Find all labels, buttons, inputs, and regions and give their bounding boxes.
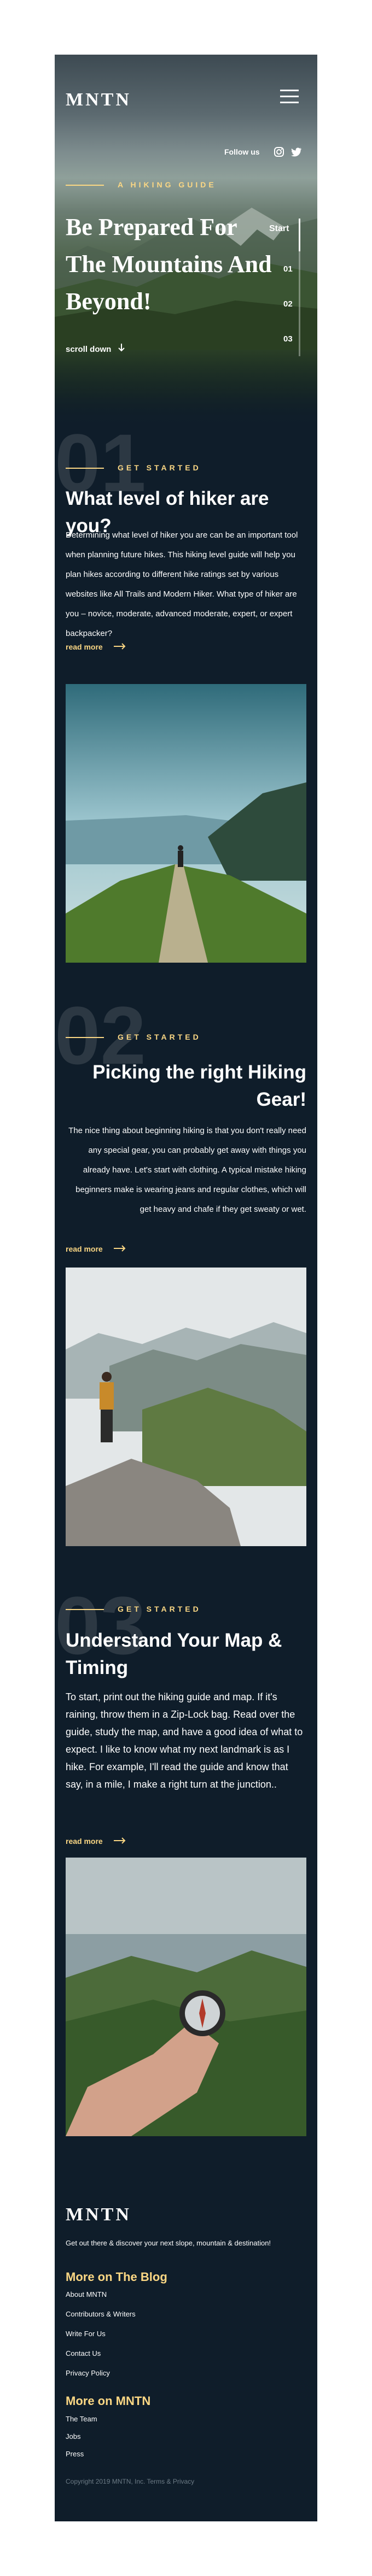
hiker-trail-photo (66, 684, 306, 963)
arrow-right-icon (113, 1245, 126, 1253)
logo[interactable]: MNTN (66, 90, 131, 110)
footer-blog-heading: More on The Blog (66, 2270, 167, 2284)
twitter-icon[interactable] (291, 146, 302, 157)
section-body: Determining what level of hiker you are … (66, 530, 298, 638)
hero-eyebrow: A HIKING GUIDE (118, 180, 217, 189)
arrow-right-icon (113, 642, 126, 651)
footer-link-about[interactable]: About MNTN (66, 2290, 107, 2298)
footer-mntn-heading: More on MNTN (66, 2394, 151, 2408)
page: MNTN Follow us A HIKING GUIDE Be Prepare… (55, 55, 317, 2521)
footer-link-contact[interactable]: Contact Us (66, 2349, 101, 2357)
hero-nav-progress (299, 219, 300, 251)
hero-nav-start[interactable]: Start (269, 224, 289, 234)
scroll-down-label: scroll down (66, 345, 112, 354)
footer-link-team[interactable]: The Team (66, 2415, 97, 2423)
arrow-right-icon (113, 1837, 126, 1846)
eyebrow-line (66, 185, 104, 186)
hiker-cliff-photo (66, 1268, 306, 1546)
footer-link-contributors[interactable]: Contributors & Writers (66, 2310, 136, 2318)
hero-nav-item-02[interactable]: 02 (283, 299, 293, 309)
section-tag: GET STARTED (118, 1033, 201, 1041)
read-more-label: read more (66, 1245, 103, 1253)
read-more-label: read more (66, 1837, 103, 1846)
footer-link-press[interactable]: Press (66, 2450, 84, 2458)
tag-line (66, 1609, 104, 1610)
footer-link-jobs[interactable]: Jobs (66, 2432, 80, 2441)
tag-line (66, 1037, 104, 1038)
section-body: The nice thing about beginning hiking is… (68, 1126, 306, 1214)
hero-title: Be Prepared For The Mountains And Beyond… (66, 214, 272, 315)
instagram-icon[interactable] (274, 146, 284, 157)
hamburger-menu-icon[interactable] (280, 89, 299, 105)
read-more-label: read more (66, 642, 103, 651)
hero-nav-item-01[interactable]: 01 (283, 264, 293, 274)
footer-logo[interactable]: MNTN (66, 2204, 131, 2225)
section-tag: GET STARTED (118, 1605, 201, 1613)
section-title: Understand Your Map & Timing (66, 1630, 282, 1678)
read-more-link[interactable]: read more (66, 1837, 126, 1846)
footer-link-write-for-us[interactable]: Write For Us (66, 2330, 106, 2338)
footer-tagline: Get out there & discover your next slope… (66, 2239, 271, 2247)
read-more-link[interactable]: read more (66, 642, 126, 651)
follow-us-label: Follow us (224, 148, 260, 156)
copyright: Copyright 2019 MNTN, Inc. Terms & Privac… (66, 2478, 195, 2485)
scroll-down-link[interactable]: scroll down (66, 343, 125, 354)
section-title: Picking the right Hiking Gear! (92, 1062, 306, 1110)
tag-line (66, 468, 104, 469)
hero-section: MNTN Follow us A HIKING GUIDE Be Prepare… (55, 55, 317, 429)
read-more-link[interactable]: read more (66, 1245, 126, 1253)
section-tag: GET STARTED (118, 463, 201, 472)
footer-link-privacy[interactable]: Privacy Policy (66, 2369, 110, 2377)
section-body: To start, print out the hiking guide and… (66, 1691, 303, 1790)
hero-nav-item-03[interactable]: 03 (283, 334, 293, 344)
compass-photo (66, 1858, 306, 2136)
arrow-down-icon (118, 343, 125, 354)
